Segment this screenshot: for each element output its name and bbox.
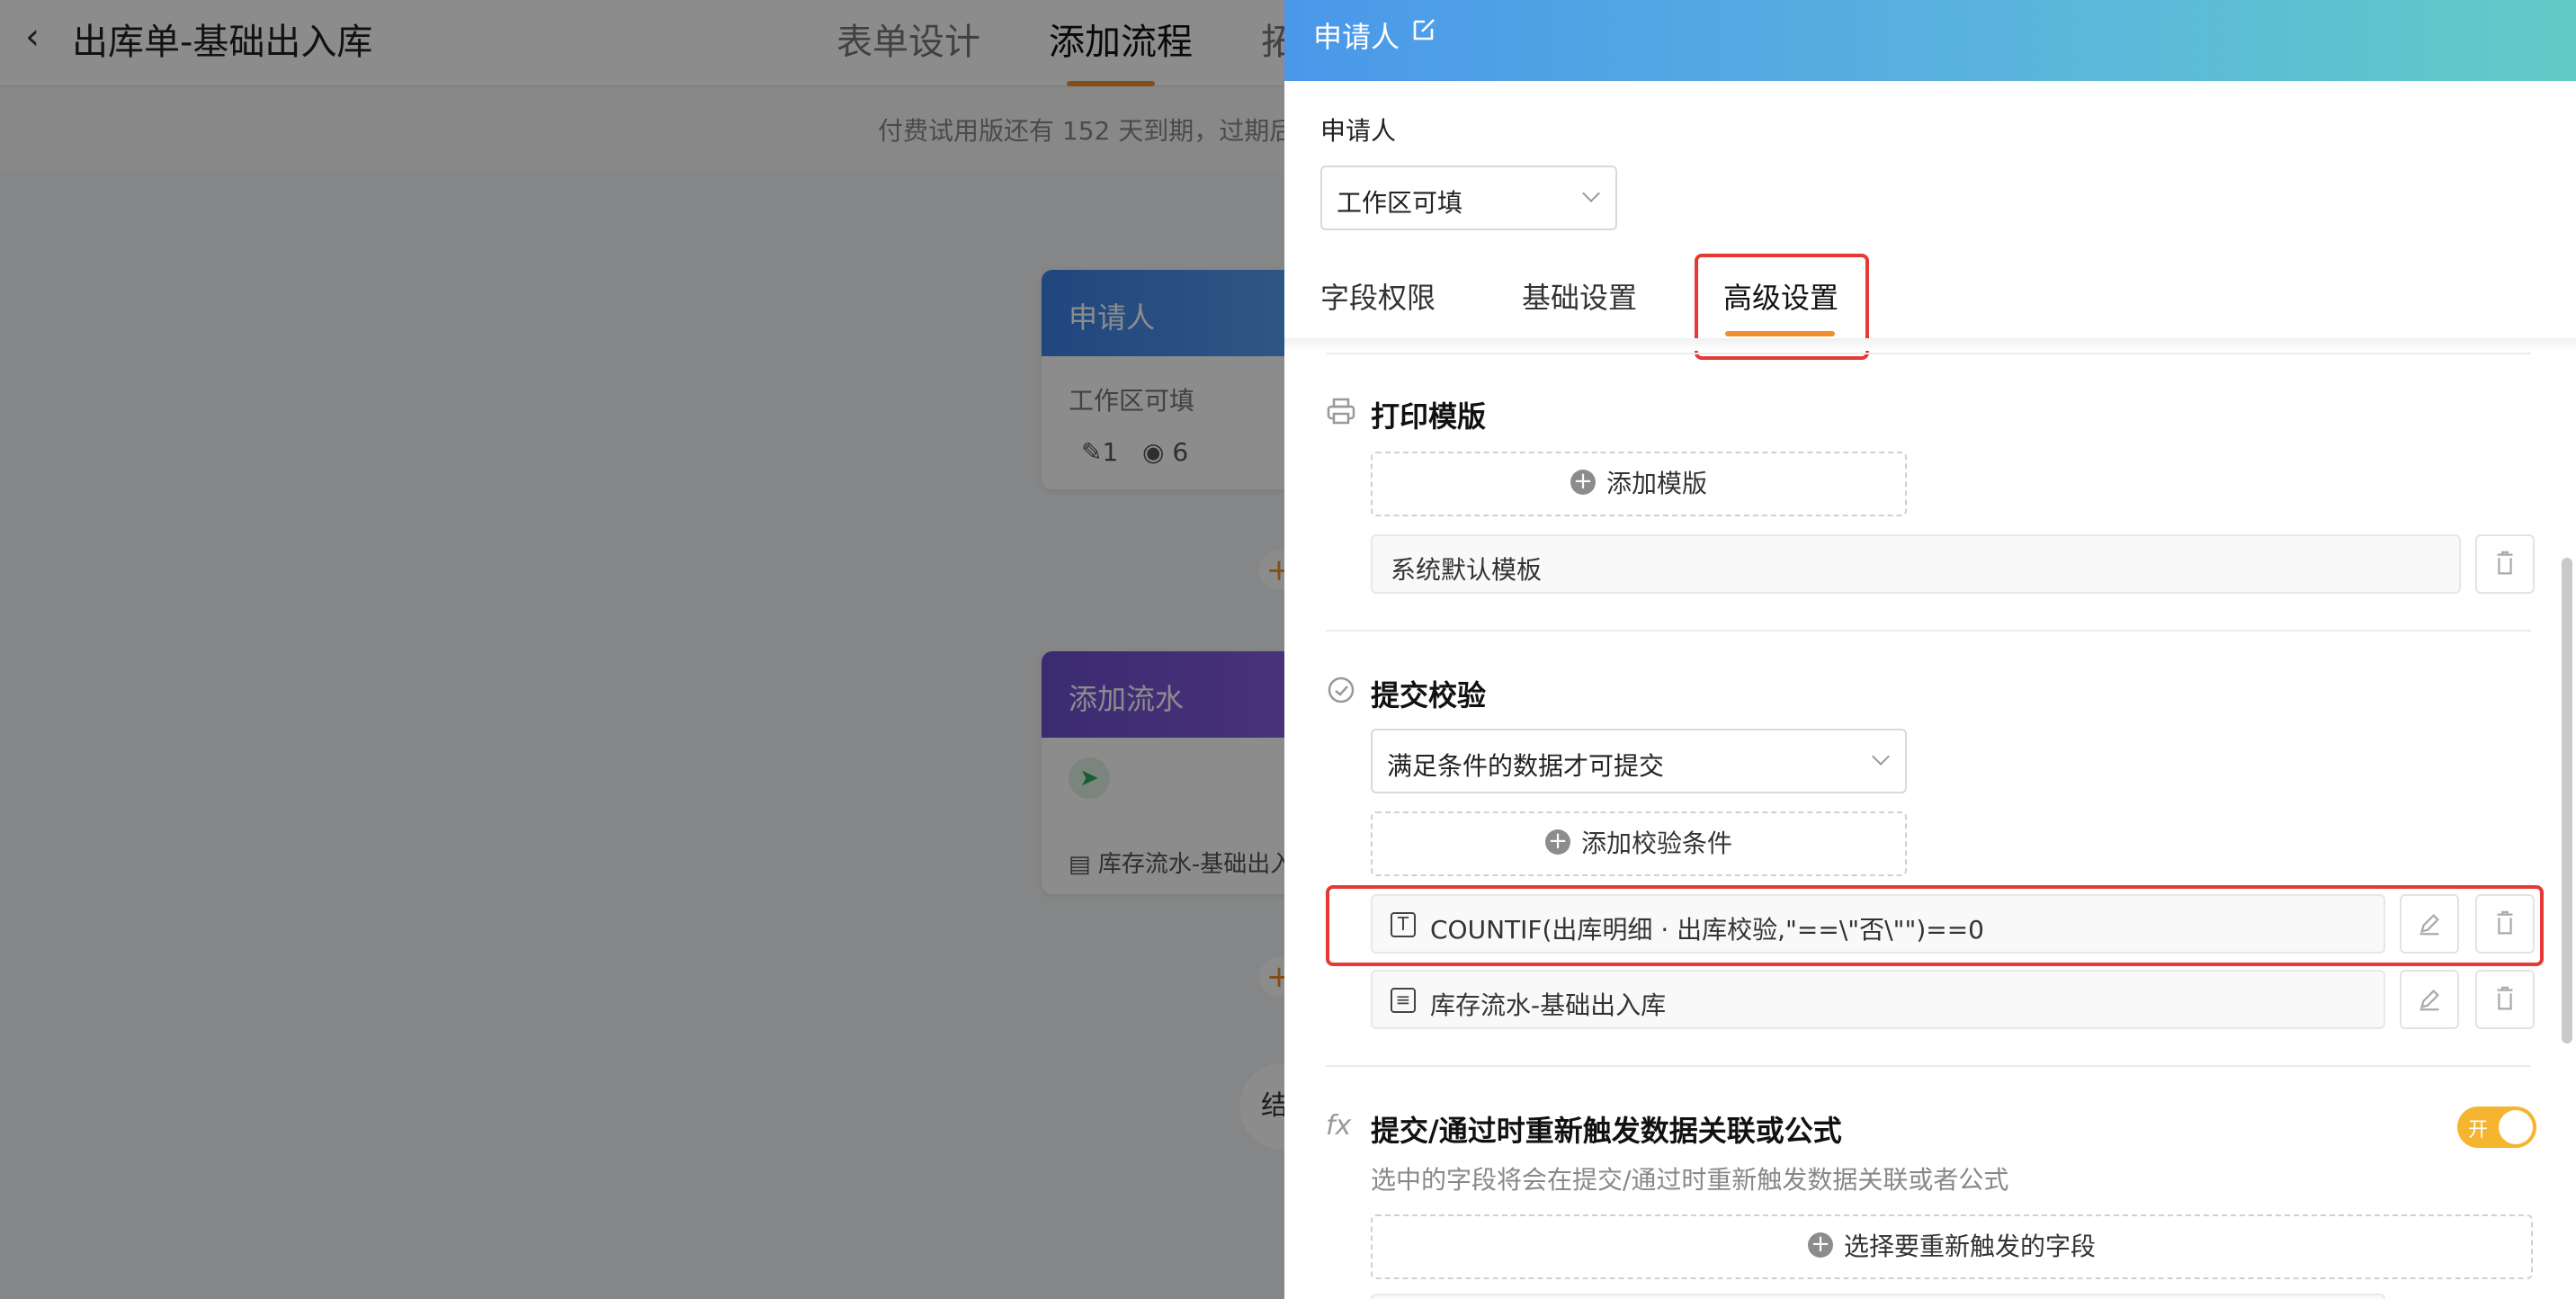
applicant-label: 申请人 — [1320, 116, 1397, 146]
add-condition-label: 添加校验条件 — [1580, 829, 1732, 858]
tab-basic-settings[interactable]: 基础设置 — [1522, 275, 1637, 317]
pencil-icon — [2419, 990, 2439, 1011]
divider — [1326, 630, 2531, 632]
toggle-label: 开 — [2468, 1119, 2489, 1142]
delete-template-button[interactable] — [2475, 534, 2535, 594]
print-section-title: 打印模版 — [1371, 399, 1487, 434]
drawer-header: 申请人 — [1284, 0, 2576, 81]
tab-bar-shadow — [1284, 338, 2576, 351]
form-icon: ≡ — [1391, 988, 1416, 1013]
chevron-down-icon — [1872, 748, 1890, 766]
check-shield-icon — [1328, 676, 1355, 703]
field-row-partial — [1371, 1294, 2385, 1299]
edit-icon[interactable] — [1410, 14, 1439, 43]
select-fields-button[interactable]: + 选择要重新触发的字段 — [1371, 1214, 2533, 1279]
validation-mode-value: 满足条件的数据才可提交 — [1387, 751, 1665, 781]
trash-icon — [2497, 551, 2513, 575]
condition-row[interactable]: ≡ 库存流水-基础出入库 — [1371, 970, 2385, 1029]
modal-overlay[interactable] — [0, 0, 1286, 1299]
delete-condition-button[interactable] — [2475, 970, 2535, 1029]
drawer-title: 申请人 — [1313, 20, 1400, 54]
divider — [1326, 353, 2531, 354]
chevron-down-icon — [1582, 184, 1600, 202]
add-condition-button[interactable]: + 添加校验条件 — [1371, 811, 1907, 876]
printer-icon — [1327, 398, 1355, 425]
template-name: 系统默认模板 — [1391, 555, 1543, 585]
toggle-knob — [2499, 1110, 2533, 1144]
trash-icon — [2497, 986, 2513, 1010]
retrigger-toggle[interactable]: 开 — [2457, 1106, 2536, 1148]
node-settings-drawer: 申请人 申请人 工作区可填 字段权限 基础设置 高级设置 打印模版 + 添加模版 … — [1284, 0, 2576, 1299]
divider — [1326, 1065, 2531, 1067]
plus-circle-icon: + — [1807, 1232, 1833, 1258]
plus-circle-icon: + — [1570, 470, 1596, 495]
plus-circle-icon: + — [1544, 829, 1570, 855]
retrigger-hint: 选中的字段将会在提交/通过时重新触发数据关联或者公式 — [1371, 1165, 2009, 1195]
condition-text: 库存流水-基础出入库 — [1430, 990, 1667, 1020]
annotation-highlight-condition — [1326, 885, 2544, 966]
add-template-button[interactable]: + 添加模版 — [1371, 452, 1907, 516]
applicant-select[interactable]: 工作区可填 — [1320, 166, 1617, 230]
template-row[interactable]: 系统默认模板 — [1371, 534, 2461, 594]
select-fields-label: 选择要重新触发的字段 — [1843, 1232, 2096, 1261]
edit-condition-button[interactable] — [2400, 970, 2459, 1029]
validation-mode-select[interactable]: 满足条件的数据才可提交 — [1371, 729, 1907, 793]
validation-section-title: 提交校验 — [1371, 678, 1487, 712]
fx-icon: fx — [1326, 1110, 1352, 1142]
applicant-select-value: 工作区可填 — [1337, 188, 1463, 218]
scrollbar[interactable] — [2562, 558, 2572, 1044]
tab-field-permissions[interactable]: 字段权限 — [1320, 275, 1436, 317]
retrigger-section-title: 提交/通过时重新触发数据关联或公式 — [1371, 1114, 1842, 1148]
add-template-label: 添加模版 — [1606, 469, 1707, 498]
